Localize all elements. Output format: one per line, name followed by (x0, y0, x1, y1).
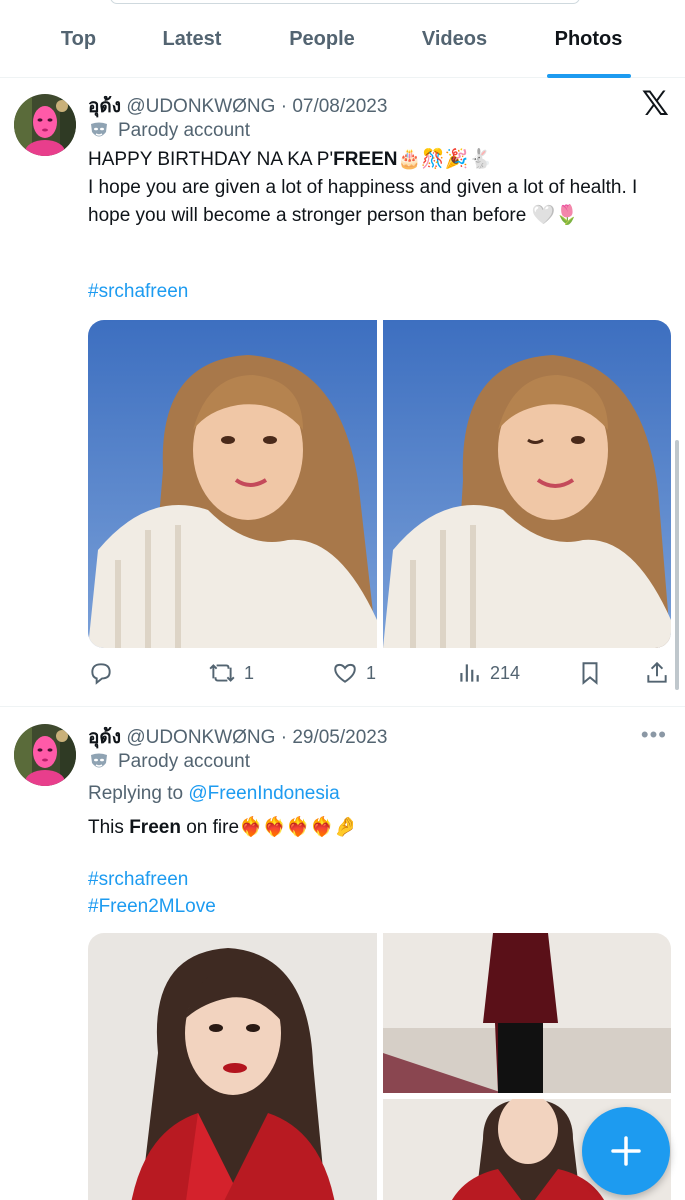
hashtag-link[interactable]: #srchafreen (88, 281, 188, 303)
display-name[interactable]: อุด้ง (88, 727, 121, 748)
tab-label: Photos (554, 27, 623, 50)
tab-label: People (289, 27, 355, 50)
retweet-count: 1 (244, 662, 255, 683)
tweet-photo[interactable] (88, 320, 377, 648)
text-segment: HAPPY BIRTHDAY NA KA P' (88, 149, 334, 170)
retweet-button[interactable]: 1 (208, 660, 254, 686)
tweet-header: อุด้ง @UDONKWØNG · 07/08/2023 (88, 91, 387, 121)
reply-button[interactable] (88, 660, 122, 686)
display-name[interactable]: อุด้ง (88, 96, 121, 117)
mask-icon (91, 122, 107, 137)
tab-videos[interactable]: Videos (417, 0, 492, 78)
hashtag-link[interactable]: #srchafreen (88, 869, 188, 891)
text-bold-segment: Freen (129, 817, 181, 838)
compose-button[interactable] (582, 1107, 670, 1195)
tab-label: Latest (162, 27, 222, 50)
tweet-date[interactable]: 29/05/2023 (292, 727, 387, 748)
parody-label: Parody account (88, 120, 250, 142)
tab-latest[interactable]: Latest (157, 0, 227, 78)
share-button[interactable] (644, 660, 670, 686)
hashtag-link[interactable]: #Freen2MLove (88, 896, 216, 918)
tweet-photo[interactable] (383, 320, 671, 648)
tweet-media-grid (88, 320, 671, 648)
tweet-header: อุด้ง @UDONKWØNG · 29/05/2023 (88, 722, 387, 752)
search-tabs: Top Latest People Videos Photos (0, 0, 685, 78)
bookmark-icon (582, 662, 598, 685)
tweet-date[interactable]: 07/08/2023 (292, 96, 387, 117)
tab-people[interactable]: People (227, 0, 417, 78)
tab-label: Videos (421, 27, 488, 50)
text-emoji: 🎂🎊🎉🐇 (397, 149, 493, 170)
tweet-photo[interactable] (383, 933, 671, 1093)
text-segment: I hope you are given a lot of happiness … (88, 177, 638, 226)
separator: · (280, 96, 288, 117)
tab-label: Top (60, 27, 97, 50)
parody-text: Parody account (118, 120, 251, 141)
views-button[interactable]: 214 (456, 660, 520, 686)
tab-photos[interactable]: Photos (492, 0, 685, 78)
replying-prefix: Replying to (88, 783, 189, 804)
text-segment: This (88, 817, 130, 838)
handle[interactable]: @UDONKWØNG (126, 727, 275, 748)
separator: · (280, 727, 288, 748)
tweet-text: This Freen on fire❤️‍🔥❤️‍🔥❤️‍🔥❤️‍🔥🤌 (88, 814, 673, 842)
avatar[interactable] (14, 724, 76, 786)
parody-label: Parody account (88, 751, 250, 773)
share-icon (647, 661, 667, 683)
replying-to-link[interactable]: @FreenIndonesia (188, 783, 339, 804)
views-icon (460, 664, 479, 682)
tweet-text: HAPPY BIRTHDAY NA KA P'FREEN🎂🎊🎉🐇 I hope … (88, 146, 673, 230)
more-options-icon[interactable]: ••• (641, 722, 667, 748)
tweet[interactable]: อุด้ง @UDONKWØNG · 29/05/2023 ••• Parody… (0, 707, 685, 1200)
mask-icon (91, 753, 107, 768)
tweet[interactable]: อุด้ง @UDONKWØNG · 07/08/2023 𝕏 Parody a… (0, 78, 685, 706)
tab-top[interactable]: Top (0, 0, 157, 78)
text-segment: on fire❤️‍🔥❤️‍🔥❤️‍🔥❤️‍🔥🤌 (180, 817, 358, 838)
avatar[interactable] (14, 94, 76, 156)
replying-to: Replying to @FreenIndonesia (88, 780, 673, 808)
reply-icon (91, 663, 111, 685)
plus-icon (611, 1136, 641, 1166)
x-logo-icon: 𝕏 (641, 84, 669, 124)
tweet-actions: 1 1 214 (88, 658, 673, 688)
retweet-icon (209, 664, 235, 682)
scrollbar[interactable] (675, 440, 679, 690)
tweet-photo[interactable] (88, 933, 377, 1200)
parody-text: Parody account (118, 751, 251, 772)
heart-icon (334, 663, 356, 683)
like-button[interactable]: 1 (332, 660, 376, 686)
like-count: 1 (366, 662, 377, 683)
view-count: 214 (490, 662, 521, 683)
text-bold-segment: FREEN (333, 149, 398, 170)
handle[interactable]: @UDONKWØNG (126, 96, 275, 117)
bookmark-button[interactable] (578, 660, 602, 686)
